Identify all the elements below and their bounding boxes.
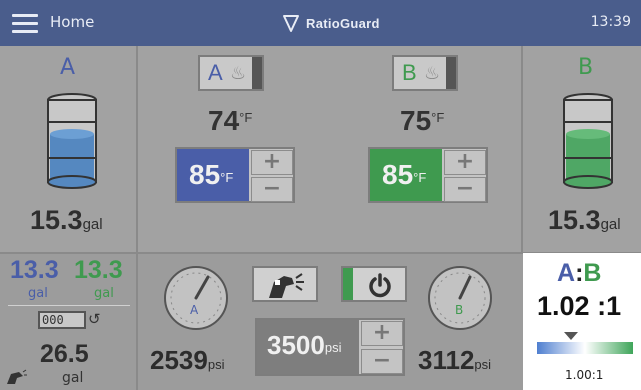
home-label[interactable]: Home bbox=[50, 13, 94, 31]
menu-icon[interactable] bbox=[12, 14, 38, 34]
divider bbox=[8, 305, 130, 306]
ratio-target: 1.00:1 bbox=[565, 368, 604, 382]
heater-a-actual-temp-value: 74 bbox=[208, 105, 240, 136]
pressure-increase-button[interactable]: + bbox=[361, 321, 403, 346]
total-b-unit: gal bbox=[94, 286, 114, 301]
ratio-value: 1.02 :1 bbox=[537, 291, 621, 322]
heater-b-setpoint-value[interactable]: 85°F bbox=[370, 149, 442, 201]
heater-b-setpoint-number: 85 bbox=[382, 159, 414, 190]
reset-icon[interactable]: ↺ bbox=[88, 310, 101, 328]
heat-icon: ♨ bbox=[230, 63, 247, 84]
heater-b-actual-temp-value: 75 bbox=[400, 105, 432, 136]
heater-b-setpoint-unit: °F bbox=[413, 170, 427, 185]
heater-a-setpoint-number: 85 bbox=[189, 159, 221, 190]
pressure-a-unit: psi bbox=[207, 357, 225, 372]
pressure-setpoint-unit: psi bbox=[324, 340, 342, 355]
shield-icon bbox=[283, 15, 299, 32]
tank-b-quantity: 15.3gal bbox=[548, 205, 621, 236]
divider bbox=[136, 46, 138, 390]
pressure-setpoint-value[interactable]: 3500psi bbox=[257, 320, 359, 374]
pressure-a-label: A bbox=[190, 303, 199, 317]
power-status-bar bbox=[343, 268, 353, 300]
power-icon bbox=[369, 273, 391, 298]
heater-a-actual-temp: 74°F bbox=[208, 105, 252, 137]
total-a-unit: gal bbox=[28, 286, 48, 301]
heater-b-actual-temp-unit: °F bbox=[431, 110, 445, 125]
divider bbox=[521, 46, 523, 253]
tank-b-label: B bbox=[578, 55, 594, 80]
brand-name: RatioGuard bbox=[306, 15, 380, 31]
spray-gun-small-icon bbox=[7, 369, 27, 384]
total-combined-unit: gal bbox=[62, 370, 84, 386]
pressure-a-value: 2539 bbox=[150, 345, 208, 375]
counter-digits: 000 bbox=[42, 313, 64, 327]
ratio-gradient-bar bbox=[537, 342, 633, 354]
ratio-value-number: 1.02 bbox=[537, 291, 590, 321]
pressure-b-reading: 3112psi bbox=[418, 345, 491, 376]
heater-a-button[interactable]: A ♨ bbox=[198, 55, 264, 91]
tank-b-quantity-unit: gal bbox=[600, 216, 621, 233]
heater-a-actual-temp-unit: °F bbox=[239, 110, 253, 125]
heater-b-button[interactable]: B ♨ bbox=[392, 55, 458, 91]
pressure-decrease-button[interactable]: − bbox=[361, 349, 403, 374]
tank-a-label: A bbox=[60, 55, 76, 80]
pressure-b-gauge-icon bbox=[428, 266, 492, 330]
pressure-setpoint-number: 3500 bbox=[267, 330, 325, 360]
clock: 13:39 bbox=[590, 14, 631, 30]
header-bar: Home RatioGuard 13:39 bbox=[0, 0, 641, 46]
heater-b-setpoint: 85°F + − bbox=[368, 147, 488, 203]
tank-a-quantity-value: 15.3 bbox=[30, 205, 83, 235]
heater-b-status-bar bbox=[446, 57, 456, 89]
heater-a-setpoint-unit: °F bbox=[220, 170, 234, 185]
pressure-a-gauge-icon bbox=[164, 266, 228, 330]
heater-b-button-label: B bbox=[402, 60, 417, 85]
total-combined-value: 26.5 bbox=[40, 340, 89, 368]
ratio-value-suffix: :1 bbox=[597, 291, 622, 321]
tank-b-quantity-value: 15.3 bbox=[548, 205, 601, 235]
tank-a-quantity: 15.3gal bbox=[30, 205, 103, 236]
pressure-a-reading: 2539psi bbox=[150, 345, 224, 376]
power-button[interactable] bbox=[341, 266, 407, 302]
heat-icon: ♨ bbox=[424, 63, 441, 84]
heater-a-decrease-button[interactable]: − bbox=[251, 177, 293, 202]
tank-a-drum-icon bbox=[47, 93, 97, 189]
tank-b-drum-icon bbox=[563, 93, 613, 189]
heater-a-setpoint-value[interactable]: 85°F bbox=[177, 149, 249, 201]
heater-a-increase-button[interactable]: + bbox=[251, 150, 293, 175]
heater-a-button-label: A bbox=[208, 60, 223, 85]
spray-gun-button[interactable] bbox=[252, 266, 318, 302]
tank-a-quantity-unit: gal bbox=[82, 216, 103, 233]
pressure-b-unit: psi bbox=[474, 357, 492, 372]
pressure-setpoint: 3500psi + − bbox=[255, 318, 405, 376]
heater-b-decrease-button[interactable]: − bbox=[444, 177, 486, 202]
ratio-b-label: B bbox=[583, 259, 602, 287]
ratio-header: A:B bbox=[557, 259, 601, 288]
ratio-a-label: A bbox=[557, 259, 576, 287]
pressure-b-value: 3112 bbox=[418, 345, 475, 375]
counter-reset-button[interactable]: 000 bbox=[38, 311, 86, 329]
ratio-panel[interactable]: A:B 1.02 :1 1.00:1 bbox=[523, 253, 641, 390]
ratio-marker-icon bbox=[564, 332, 578, 340]
heater-b-actual-temp: 75°F bbox=[400, 105, 444, 137]
spray-gun-icon bbox=[269, 273, 304, 298]
brand-logo: RatioGuard bbox=[282, 10, 380, 36]
heater-b-increase-button[interactable]: + bbox=[444, 150, 486, 175]
heater-a-status-bar bbox=[252, 57, 262, 89]
heater-a-setpoint: 85°F + − bbox=[175, 147, 295, 203]
pressure-b-label: B bbox=[455, 303, 464, 317]
total-b-value: 13.3 bbox=[74, 256, 123, 284]
total-a-value: 13.3 bbox=[10, 256, 59, 284]
